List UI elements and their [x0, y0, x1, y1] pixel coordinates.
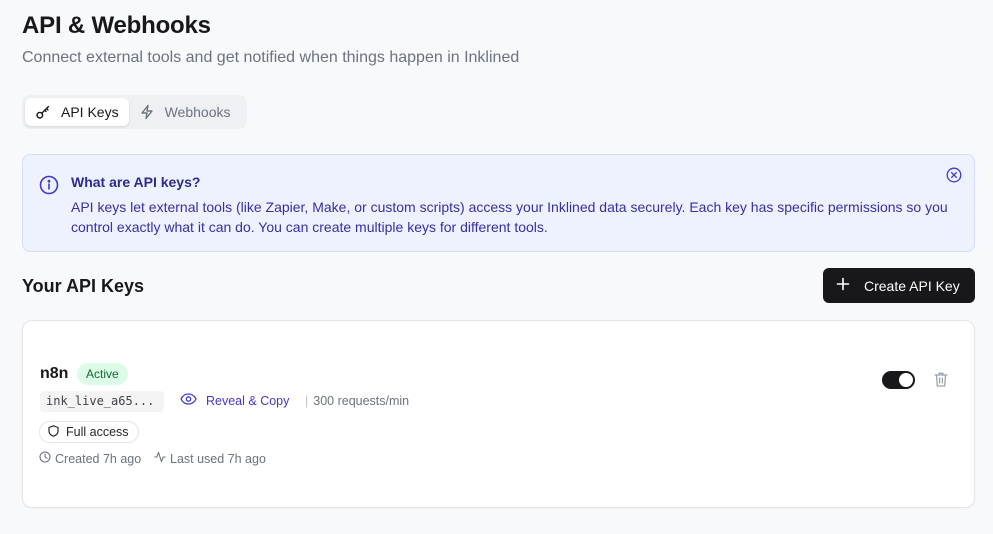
- key-name: n8n: [40, 365, 69, 382]
- shield-icon: [48, 424, 59, 440]
- rate-limit: | 300 requests/min: [305, 394, 409, 408]
- info-body: API keys let external tools (like Zapier…: [71, 199, 948, 235]
- reveal-copy-label: Reveal & Copy: [206, 393, 290, 408]
- toggle-knob: [899, 373, 913, 387]
- create-api-key-button[interactable]: Create API Key: [823, 268, 975, 303]
- tab-bar: API Keys Webhooks: [22, 95, 247, 129]
- lightning-icon: [139, 104, 155, 120]
- section-title: Your API Keys: [22, 276, 145, 296]
- page-subtitle: Connect external tools and get notified …: [22, 49, 520, 66]
- tab-api-keys[interactable]: API Keys: [25, 98, 129, 126]
- tab-webhooks[interactable]: Webhooks: [131, 98, 241, 126]
- info-icon: [39, 175, 59, 200]
- activity-icon: [154, 451, 166, 466]
- plus-icon: [836, 277, 850, 294]
- key-prefix: ink_live_a65...: [40, 391, 164, 412]
- clock-icon: [39, 451, 51, 466]
- created-label: Created 7h ago: [55, 451, 142, 466]
- created-meta: Created 7h ago: [39, 451, 141, 466]
- close-icon[interactable]: [946, 167, 962, 188]
- tab-api-keys-label: API Keys: [61, 104, 119, 120]
- scope-badge: Full access: [39, 421, 139, 443]
- scope-label: Full access: [66, 425, 129, 439]
- info-banner: What are API keys? API keys let external…: [22, 154, 975, 252]
- create-api-key-label: Create API Key: [864, 277, 960, 294]
- page-title: API & Webhooks: [22, 12, 211, 39]
- eye-icon: [180, 393, 197, 408]
- info-title: What are API keys?: [71, 174, 201, 190]
- last-used-label: Last used 7h ago: [170, 451, 266, 466]
- tab-webhooks-label: Webhooks: [164, 104, 231, 120]
- key-icon: [35, 104, 51, 120]
- key-enabled-toggle[interactable]: [882, 371, 915, 389]
- divider: |: [305, 394, 309, 408]
- last-used-meta: Last used 7h ago: [154, 451, 266, 466]
- trash-icon[interactable]: [933, 371, 949, 393]
- status-badge: Active: [77, 363, 128, 385]
- api-key-card: n8n Active ink_live_a65... Reveal & Copy…: [22, 320, 975, 508]
- rate-limit-value: 300 requests/min: [313, 394, 410, 408]
- reveal-copy-button[interactable]: Reveal & Copy: [180, 393, 289, 408]
